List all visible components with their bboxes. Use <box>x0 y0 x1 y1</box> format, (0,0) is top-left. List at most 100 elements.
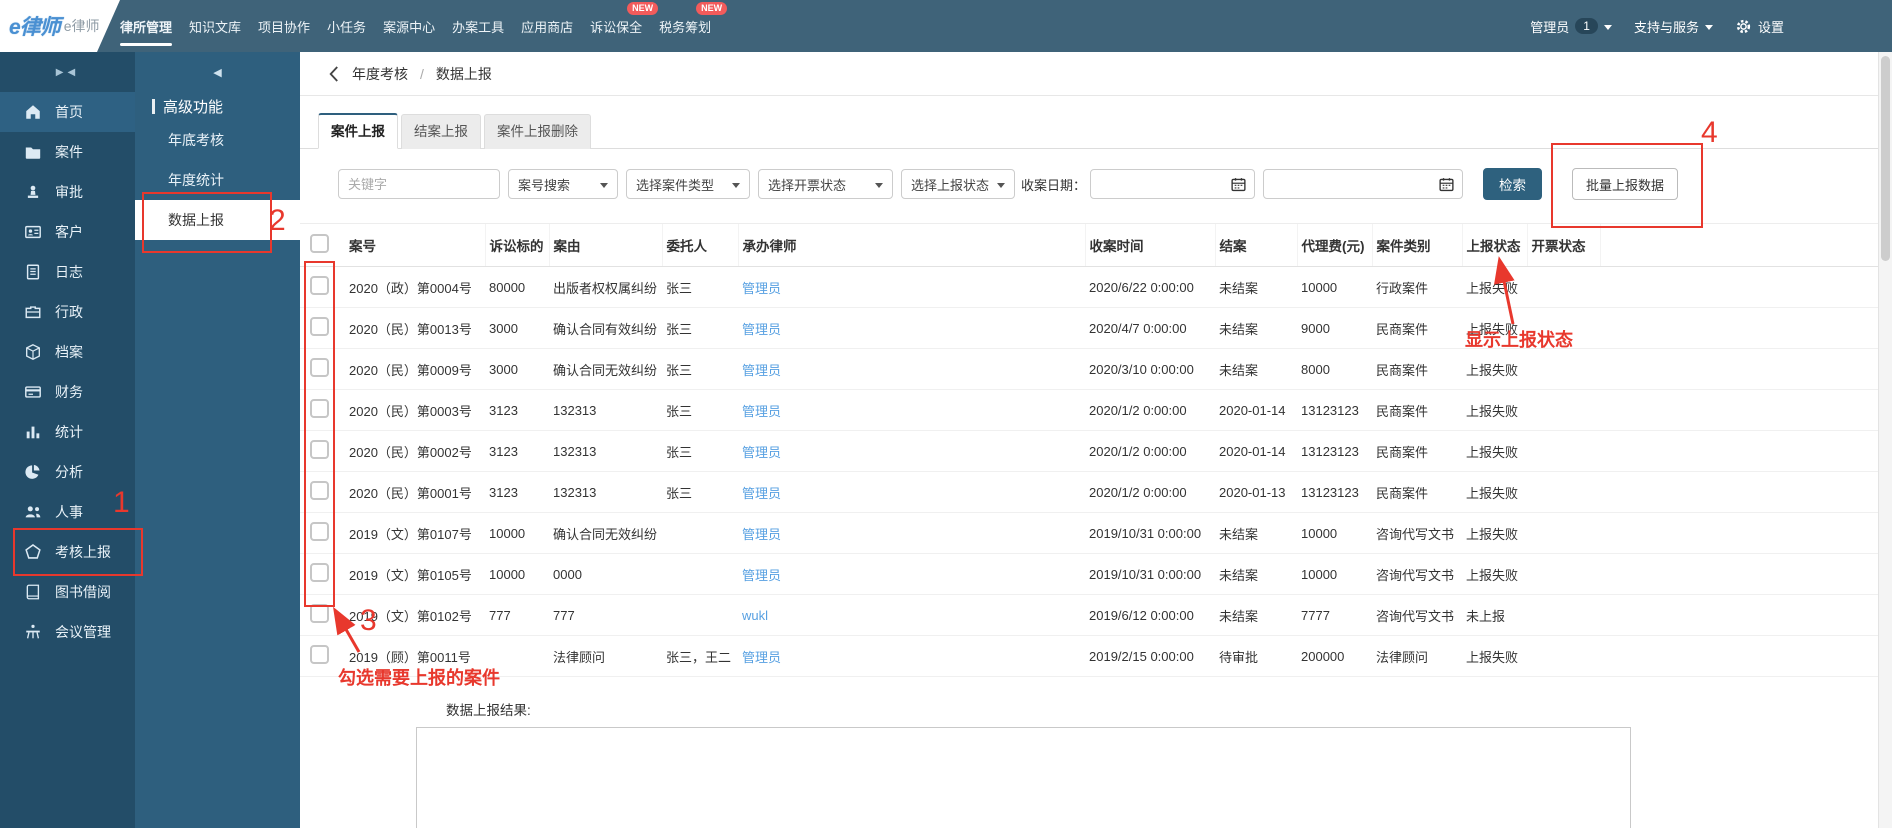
sidebar-item-label: 会议管理 <box>55 624 111 640</box>
breadcrumb-current: 数据上报 <box>435 65 492 82</box>
sidebar-item-admin[interactable]: 行政 <box>0 292 135 332</box>
row-checkbox[interactable] <box>310 563 329 582</box>
cell-cause: 法律顾问 <box>549 635 662 677</box>
cell-filler <box>1600 594 1878 636</box>
date-from-input[interactable] <box>1090 169 1256 199</box>
support-menu[interactable]: 支持与服务 <box>1634 17 1713 36</box>
cell-category: 民商案件 <box>1372 348 1462 390</box>
cell-client <box>662 553 738 595</box>
table-row: 2019（文）第0107号 10000 确认合同无效纠纷 管理员 2019/10/31 … <box>300 512 1878 554</box>
row-checkbox[interactable] <box>310 276 329 295</box>
chevron-down-icon <box>875 182 883 188</box>
cell-cause: 确认合同无效纠纷 <box>549 348 662 390</box>
row-checkbox[interactable] <box>310 522 329 541</box>
breadcrumb-parent[interactable]: 年度考核 <box>352 64 408 84</box>
search-button[interactable]: 检索 <box>1483 168 1543 200</box>
logo-mark: e律师 <box>9 16 61 39</box>
cell-case-no: 2020（民）第0002号 <box>345 430 485 472</box>
cell-lawyer[interactable]: 管理员 <box>738 389 1085 431</box>
cell-lawyer[interactable]: 管理员 <box>738 348 1085 390</box>
nav-item-projects[interactable]: 项目协作 <box>258 0 310 52</box>
row-checkbox[interactable] <box>310 645 329 664</box>
nav-item-law-firm[interactable]: 律所管理 <box>120 0 173 52</box>
select-all-checkbox[interactable] <box>310 234 329 253</box>
cell-lawyer[interactable]: 管理员 <box>738 553 1085 595</box>
cell-invoice-status <box>1527 389 1600 431</box>
cell-filed-time: 2020/1/2 0:00:00 <box>1085 389 1215 431</box>
cell-lawyer[interactable]: 管理员 <box>738 471 1085 513</box>
row-checkbox[interactable] <box>310 358 329 377</box>
back-button[interactable] <box>327 64 340 84</box>
sidebar-item-logs[interactable]: 日志 <box>0 252 135 292</box>
nav-item-case-tools[interactable]: 办案工具 <box>452 0 504 52</box>
sidebar-item-clients[interactable]: 客户 <box>0 212 135 252</box>
cell-lawyer[interactable]: 管理员 <box>738 307 1085 349</box>
user-menu[interactable]: 管理员 1 <box>1530 17 1612 36</box>
settings-button[interactable]: 设置 <box>1735 17 1784 36</box>
cell-lawyer[interactable]: 管理员 <box>738 266 1085 308</box>
subsidebar-item-data-report[interactable]: 数据上报 <box>135 200 300 240</box>
cell-lawyer[interactable]: 管理员 <box>738 512 1085 554</box>
cell-report-status: 上报失败 <box>1462 512 1527 554</box>
sidebar-item-assessment-report[interactable]: 考核上报 <box>0 532 135 572</box>
sidebar-item-statistics[interactable]: 统计 <box>0 412 135 452</box>
sidebar-item-approval[interactable]: 审批 <box>0 172 135 212</box>
subsidebar-item-annual-statistics[interactable]: 年度统计 <box>135 160 300 200</box>
search-type-select[interactable]: 案号搜索 <box>508 169 618 199</box>
row-checkbox[interactable] <box>310 604 329 623</box>
row-checkbox[interactable] <box>310 317 329 336</box>
sidebar-item-analysis[interactable]: 分析 <box>0 452 135 492</box>
cell-filler <box>1600 389 1878 431</box>
cell-case-no: 2020（民）第0009号 <box>345 348 485 390</box>
logo[interactable]: e律师 e律师 <box>0 0 120 52</box>
home-icon <box>24 103 42 121</box>
sidebar-item-library[interactable]: 图书借阅 <box>0 572 135 612</box>
cell-invoice-status <box>1527 594 1600 636</box>
sidebar-item-home[interactable]: 首页 <box>0 92 135 132</box>
row-checkbox[interactable] <box>310 399 329 418</box>
cell-lawyer[interactable]: wukl <box>738 594 1085 636</box>
subsidebar-collapse-toggle[interactable]: ◀ <box>135 52 300 92</box>
cell-litigation-amount <box>485 635 549 677</box>
case-type-select[interactable]: 选择案件类型 <box>626 169 750 199</box>
sidebar-item-hr[interactable]: 人事 <box>0 492 135 532</box>
tab-case-report[interactable]: 案件上报 <box>318 113 398 149</box>
tab-closing-report[interactable]: 结案上报 <box>401 114 481 149</box>
tab-case-report-delete[interactable]: 案件上报删除 <box>484 114 591 149</box>
sidebar-item-label: 客户 <box>55 224 83 240</box>
date-to-input[interactable] <box>1263 169 1464 199</box>
sidebar-item-finance[interactable]: 财务 <box>0 372 135 412</box>
nav-item-knowledge[interactable]: 知识文库 <box>189 0 241 52</box>
admin-icon <box>24 303 42 321</box>
subsidebar-item-year-end-assessment[interactable]: 年底考核 <box>135 120 300 160</box>
cell-lawyer[interactable]: 管理员 <box>738 430 1085 472</box>
sidebar-item-cases[interactable]: 案件 <box>0 132 135 172</box>
sidebar-item-meetings[interactable]: 会议管理 <box>0 612 135 652</box>
nav-item-tax-planning[interactable]: 税务筹划 NEW <box>659 0 728 52</box>
nav-item-app-store[interactable]: 应用商店 <box>521 0 573 52</box>
batch-report-button[interactable]: 批量上报数据 <box>1572 168 1679 200</box>
nav-item-small-tasks[interactable]: 小任务 <box>327 0 366 52</box>
row-checkbox[interactable] <box>310 481 329 500</box>
report-status-select[interactable]: 选择上报状态 <box>901 169 1015 199</box>
sidebar-item-label: 图书借阅 <box>55 584 111 600</box>
nav-item-case-source[interactable]: 案源中心 <box>383 0 435 52</box>
sidebar-item-archives[interactable]: 档案 <box>0 332 135 372</box>
cell-category: 法律顾问 <box>1372 635 1462 677</box>
invoice-status-select[interactable]: 选择开票状态 <box>758 169 893 199</box>
sidebar-collapse-toggle[interactable]: ▶◀ <box>0 52 135 92</box>
cell-lawyer[interactable]: 管理员 <box>738 635 1085 677</box>
cell-report-status: 上报失败 <box>1462 307 1527 349</box>
cell-cause: 出版者权权属纠纷 <box>549 266 662 308</box>
scrollbar-thumb[interactable] <box>1881 56 1890 261</box>
cell-closed: 未结案 <box>1215 266 1297 308</box>
row-checkbox[interactable] <box>310 440 329 459</box>
cell-client: 张三 <box>662 471 738 513</box>
date-label: 收案日期： <box>1021 177 1087 193</box>
tabs: 案件上报 结案上报 案件上报删除 <box>300 111 1878 149</box>
vertical-scrollbar[interactable] <box>1878 52 1892 828</box>
report-icon <box>24 543 42 561</box>
checkbox-cell <box>300 348 345 390</box>
keyword-input[interactable] <box>338 169 500 199</box>
nav-item-litigation-preservation[interactable]: 诉讼保全 NEW <box>590 0 659 52</box>
